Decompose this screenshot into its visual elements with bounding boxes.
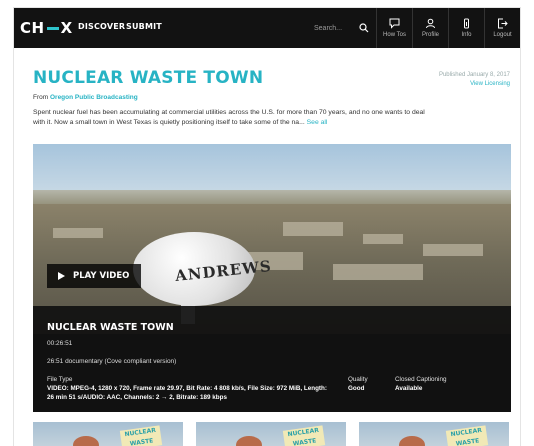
page-title: NUCLEAR WASTE TOWN [33, 68, 264, 88]
video-documentary-note: 26:51 documentary (Cove compliant versio… [47, 358, 177, 365]
related-video-thumbnail[interactable]: NUCLEAR WASTE [359, 422, 509, 446]
logout-icon [498, 18, 508, 29]
see-all-link[interactable]: See all [307, 119, 328, 126]
file-type-label: File Type [47, 376, 73, 383]
source-line: From Oregon Public Broadcasting [33, 94, 138, 101]
thumbnail-tower [236, 436, 262, 446]
video-title: NUCLEAR WASTE TOWN [47, 322, 174, 333]
nav-link-submit[interactable]: SUBMIT [126, 22, 162, 31]
search-input[interactable]: Search... [314, 25, 342, 32]
related-video-thumbnail[interactable]: NUCLEAR WASTE [33, 422, 183, 446]
related-video-thumbnail[interactable]: NUCLEAR WASTE [196, 422, 346, 446]
logo[interactable]: CH X [20, 18, 73, 38]
view-licensing-link[interactable]: View Licensing [470, 81, 510, 87]
info-icon [464, 18, 469, 29]
quality-value: Good [348, 385, 365, 392]
info-label: Info [461, 32, 472, 38]
video-info-panel: NUCLEAR WASTE TOWN 00:26:51 26:51 docume… [33, 306, 511, 412]
source-org-link[interactable]: Oregon Public Broadcasting [50, 94, 138, 101]
published-date: Published January 8, 2017 [438, 72, 510, 78]
thumbnail-logo: NUCLEAR WASTE [445, 425, 489, 446]
quality-label: Quality [348, 376, 368, 383]
nav-icon-group: How Tos Profile Info Logout [376, 8, 520, 48]
closed-captioning-value: Available [395, 385, 423, 392]
profile-label: Profile [421, 32, 439, 38]
play-icon [58, 272, 65, 280]
top-nav: CH X DISCOVER SUBMIT Search... How Tos P… [14, 8, 520, 48]
logout-label: Logout [493, 32, 512, 38]
logo-right: X [60, 19, 73, 37]
publish-info: Published January 8, 2017 View Licensing [439, 71, 510, 89]
how-tos-button[interactable]: How Tos [376, 8, 412, 48]
file-type-value: VIDEO: MPEG-4, 1280 x 720, Frame rate 29… [47, 385, 327, 401]
user-icon [426, 18, 435, 29]
logo-dash [46, 26, 59, 30]
video-duration: 00:26:51 [47, 340, 73, 347]
thumbnail-logo: NUCLEAR WASTE [282, 425, 326, 446]
thumbnail-tower [73, 436, 99, 446]
search-icon[interactable] [359, 23, 369, 33]
description: Spent nuclear fuel has been accumulating… [33, 108, 433, 128]
app-frame: CH X DISCOVER SUBMIT Search... How Tos P… [14, 8, 520, 446]
description-text: Spent nuclear fuel has been accumulating… [33, 109, 425, 126]
thumbnail-tower [399, 436, 425, 446]
search-box[interactable]: Search... [314, 20, 369, 36]
play-video-button[interactable]: PLAY VIDEO [47, 264, 141, 288]
video-player[interactable]: ANDREWS PLAY VIDEO NUCLEAR WASTE TOWN 00… [33, 144, 511, 412]
profile-button[interactable]: Profile [412, 8, 448, 48]
how-tos-label: How Tos [383, 32, 406, 38]
logout-button[interactable]: Logout [484, 8, 520, 48]
comment-icon [389, 18, 400, 29]
from-label: From [33, 94, 49, 101]
info-button[interactable]: Info [448, 8, 484, 48]
logo-left: CH [20, 19, 45, 37]
closed-captioning-label: Closed Captioning [395, 376, 447, 383]
thumbnail-logo: NUCLEAR WASTE [119, 425, 163, 446]
play-video-label: PLAY VIDEO [73, 271, 130, 281]
nav-link-discover[interactable]: DISCOVER [78, 22, 125, 31]
